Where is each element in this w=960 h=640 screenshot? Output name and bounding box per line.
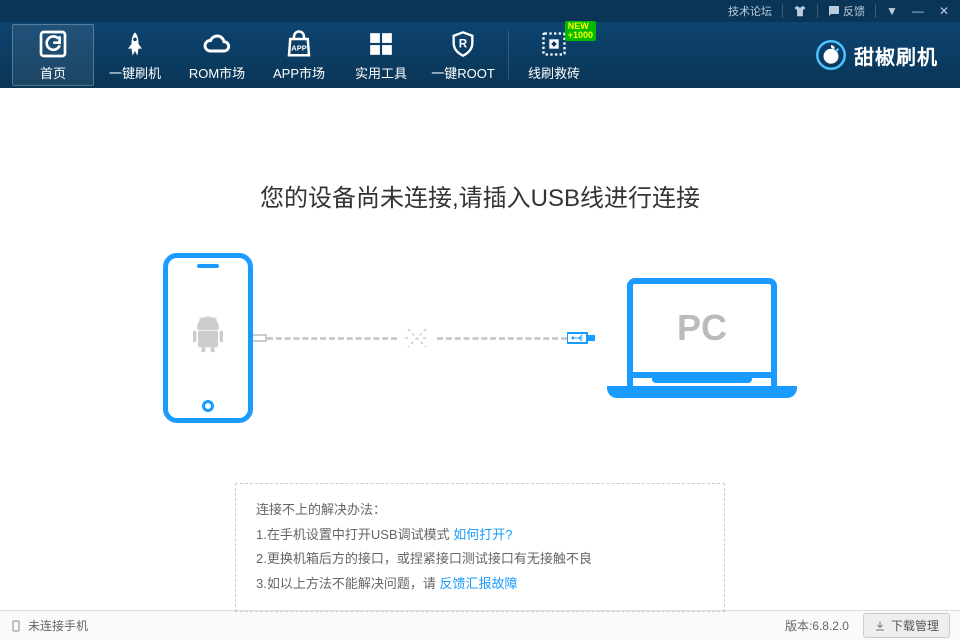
nav-app-market[interactable]: APP APP市场 xyxy=(258,24,340,86)
brand-logo-icon xyxy=(816,40,846,70)
phone-illustration xyxy=(163,253,253,423)
connection-diagram: PC xyxy=(163,253,797,423)
main-content: 您的设备尚未连接,请插入USB线进行连接 xyxy=(0,88,960,610)
grid-icon xyxy=(368,29,394,59)
rocket-icon xyxy=(121,29,149,59)
cable-left xyxy=(267,337,397,340)
nav-root[interactable]: R 一键ROOT xyxy=(422,24,504,86)
nav-label: APP市场 xyxy=(273,63,325,82)
nav-label: 一键刷机 xyxy=(109,63,161,82)
close-button[interactable]: ✕ xyxy=(934,4,954,18)
cable-right xyxy=(437,337,567,340)
troubleshoot-tips: 连接不上的解决办法： 1.在手机设置中打开USB调试模式 如何打开? 2.更换机… xyxy=(235,483,725,612)
nav-wire-flash[interactable]: NEW+1000 线刷救砖 xyxy=(513,24,595,86)
app-bag-icon: APP xyxy=(284,29,314,59)
usb-plug-icon xyxy=(567,330,597,346)
brand: 甜椒刷机 xyxy=(816,40,948,70)
feedback-link[interactable]: 反馈 xyxy=(824,3,869,19)
tshirt-icon[interactable] xyxy=(789,4,811,18)
cloud-icon xyxy=(200,29,234,59)
dropdown-button[interactable]: ▼ xyxy=(882,4,902,18)
divider xyxy=(817,4,818,18)
nav-label: ROM市场 xyxy=(189,63,245,82)
laptop-illustration: PC xyxy=(607,278,797,398)
shield-r-icon: R xyxy=(449,29,477,59)
nav-label: 线刷救砖 xyxy=(528,63,580,82)
refresh-icon xyxy=(37,29,69,59)
report-fault-link[interactable]: 反馈汇报故障 xyxy=(439,576,517,591)
forum-link[interactable]: 技术论坛 xyxy=(724,3,776,19)
nav-label: 实用工具 xyxy=(355,63,407,82)
svg-text:APP: APP xyxy=(291,43,306,52)
android-icon xyxy=(188,311,228,357)
divider xyxy=(508,30,509,80)
title-bar: 技术论坛 反馈 ▼ — ✕ xyxy=(0,0,960,22)
nav-bar: 首页 一键刷机 ROM市场 APP APP市场 实用工具 R 一键ROOT NE… xyxy=(0,22,960,88)
svg-text:R: R xyxy=(459,37,468,50)
pc-label: PC xyxy=(677,307,727,349)
version-text: 版本:6.8.2.0 xyxy=(785,617,849,634)
divider xyxy=(782,4,783,18)
download-icon xyxy=(874,620,886,632)
nav-label: 首页 xyxy=(40,63,66,82)
brand-name: 甜椒刷机 xyxy=(854,41,938,70)
minimize-button[interactable]: — xyxy=(908,4,928,18)
tip-1: 1.在手机设置中打开USB调试模式 如何打开? xyxy=(256,523,704,548)
nav-tools[interactable]: 实用工具 xyxy=(340,24,422,86)
disconnect-x-icon xyxy=(397,318,437,358)
status-bar: 未连接手机 版本:6.8.2.0 下载管理 xyxy=(0,610,960,640)
nav-rom-market[interactable]: ROM市场 xyxy=(176,24,258,86)
phone-status-icon xyxy=(10,618,22,634)
tip-3: 3.如以上方法不能解决问题，请 反馈汇报故障 xyxy=(256,572,704,597)
nav-flash[interactable]: 一键刷机 xyxy=(94,24,176,86)
headline: 您的设备尚未连接,请插入USB线进行连接 xyxy=(260,178,700,213)
how-to-open-link[interactable]: 如何打开? xyxy=(453,527,512,542)
new-badge: NEW+1000 xyxy=(565,21,596,41)
nav-home[interactable]: 首页 xyxy=(12,24,94,86)
nav-label: 一键ROOT xyxy=(431,63,495,82)
download-manager-button[interactable]: 下载管理 xyxy=(863,613,950,638)
connection-status: 未连接手机 xyxy=(28,617,88,634)
divider xyxy=(875,4,876,18)
tip-2: 2.更换机箱后方的接口，或捏紧接口测试接口有无接触不良 xyxy=(256,547,704,572)
plus-box-icon xyxy=(540,29,568,59)
tips-title: 连接不上的解决办法： xyxy=(256,498,704,523)
